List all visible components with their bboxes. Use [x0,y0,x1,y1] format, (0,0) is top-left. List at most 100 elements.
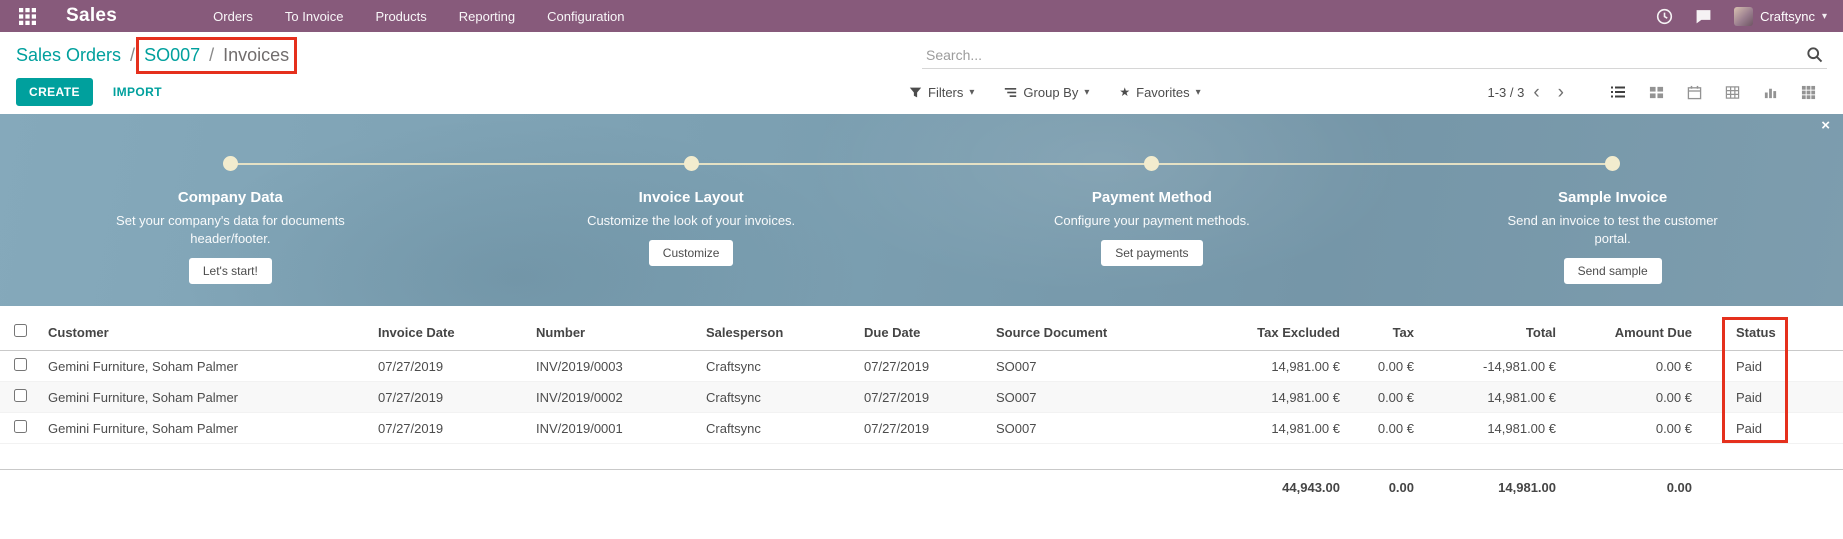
group-by-dropdown[interactable]: Group By ▾ [1004,85,1089,100]
total-total: 14,981.00 [1422,470,1564,506]
search-facets-bar: Filters ▾ Group By ▾ ★ Favorites ▾ 1-3 /… [909,79,1827,105]
header-tax-excluded[interactable]: Tax Excluded [1173,315,1348,351]
lets-start-button[interactable]: Let's start! [189,258,272,284]
filters-dropdown[interactable]: Filters ▾ [909,85,974,100]
set-payments-button[interactable]: Set payments [1101,240,1202,266]
control-panel: CREATE IMPORT Filters ▾ Group By ▾ [0,76,1843,114]
create-button[interactable]: CREATE [16,78,93,106]
header-customer[interactable]: Customer [40,315,370,351]
menu-to-invoice[interactable]: To Invoice [285,9,344,24]
header-source-document[interactable]: Source Document [988,315,1173,351]
step-description: Send an invoice to test the customer por… [1495,212,1730,248]
cell-amount-due: 0.00 € [1564,382,1700,413]
header-due-date[interactable]: Due Date [856,315,988,351]
favorites-dropdown[interactable]: ★ Favorites ▾ [1119,85,1200,100]
breadcrumb-sales-orders[interactable]: Sales Orders [16,45,121,66]
group-by-icon [1004,86,1017,99]
onboarding-steps: Company Data Set your company's data for… [0,114,1843,306]
onboarding-step-payment-method: Payment Method Configure your payment me… [922,156,1383,306]
breadcrumb: Sales Orders / SO007 / Invoices [16,45,289,66]
menu-configuration[interactable]: Configuration [547,9,624,24]
apps-menu-icon[interactable] [16,5,38,27]
chevron-down-icon: ▾ [969,87,974,98]
user-menu[interactable]: Craftsync ▾ [1734,7,1827,26]
total-amount-due: 0.00 [1564,470,1700,506]
pager-range: 1-3 / 3 [1487,85,1524,100]
breadcrumb-so007[interactable]: SO007 [144,45,200,66]
filters-label: Filters [928,85,963,100]
cell-salesperson: Craftsync [698,382,856,413]
header-salesperson[interactable]: Salesperson [698,315,856,351]
menu-orders[interactable]: Orders [213,9,253,24]
view-switcher [1599,79,1827,105]
pager-previous-icon[interactable]: ‹ [1524,83,1548,102]
select-all-checkbox[interactable] [14,324,27,337]
onboarding-banner: × Company Data Set your company's data f… [0,114,1843,306]
cell-invoice-date: 07/27/2019 [370,382,528,413]
total-tax: 0.00 [1348,470,1422,506]
cell-invoice-date: 07/27/2019 [370,413,528,444]
search-input[interactable] [926,47,1806,63]
cell-amount-due: 0.00 € [1564,413,1700,444]
breadcrumb-search-row: Sales Orders / SO007 / Invoices [0,32,1843,76]
cell-total: 14,981.00 € [1422,413,1564,444]
kanban-view-icon[interactable] [1637,79,1675,105]
menu-products[interactable]: Products [375,9,426,24]
step-title: Sample Invoice [1382,189,1843,206]
chevron-down-icon: ▾ [1084,87,1089,98]
user-name: Craftsync [1760,9,1815,24]
cell-tax-excluded: 14,981.00 € [1173,351,1348,382]
header-total[interactable]: Total [1422,315,1564,351]
favorites-label: Favorites [1136,85,1189,100]
top-navbar: Sales Orders To Invoice Products Reporti… [0,0,1843,32]
step-dot-icon [223,156,238,171]
cell-source-document: SO007 [988,413,1173,444]
search-icon[interactable] [1806,46,1823,63]
header-invoice-date[interactable]: Invoice Date [370,315,528,351]
header-number[interactable]: Number [528,315,698,351]
graph-view-icon[interactable] [1751,79,1789,105]
totals-row: 44,943.00 0.00 14,981.00 0.00 [0,470,1843,506]
customize-button[interactable]: Customize [649,240,734,266]
header-amount-due[interactable]: Amount Due [1564,315,1700,351]
pivot-view-icon[interactable] [1713,79,1751,105]
cell-source-document: SO007 [988,382,1173,413]
cell-status: Paid [1700,351,1843,382]
cell-number: INV/2019/0002 [528,382,698,413]
cell-source-document: SO007 [988,351,1173,382]
row-checkbox[interactable] [14,420,27,433]
grid-view-icon[interactable] [1789,79,1827,105]
send-sample-button[interactable]: Send sample [1564,258,1662,284]
calendar-view-icon[interactable] [1675,79,1713,105]
list-view-icon[interactable] [1599,79,1637,105]
chevron-down-icon: ▾ [1822,11,1827,22]
import-button[interactable]: IMPORT [113,85,162,99]
row-checkbox[interactable] [14,358,27,371]
cell-status: Paid [1700,382,1843,413]
app-title[interactable]: Sales [66,5,117,27]
table-row[interactable]: Gemini Furniture, Soham Palmer 07/27/201… [0,351,1843,382]
activities-clock-icon[interactable] [1656,8,1673,25]
menu-reporting[interactable]: Reporting [459,9,515,24]
step-title: Company Data [0,189,461,206]
cell-total: 14,981.00 € [1422,382,1564,413]
header-tax[interactable]: Tax [1348,315,1422,351]
user-avatar [1734,7,1753,26]
onboarding-step-invoice-layout: Invoice Layout Customize the look of you… [461,156,922,306]
row-checkbox[interactable] [14,389,27,402]
cell-customer: Gemini Furniture, Soham Palmer [40,382,370,413]
step-title: Invoice Layout [461,189,922,206]
messages-chat-icon[interactable] [1695,8,1712,25]
pager: 1-3 / 3 ‹ › [1487,83,1573,102]
step-description: Configure your payment methods. [1017,212,1287,230]
header-status[interactable]: Status [1700,315,1843,351]
app-menu: Orders To Invoice Products Reporting Con… [213,9,624,24]
onboarding-step-sample-invoice: Sample Invoice Send an invoice to test t… [1382,156,1843,306]
table-row[interactable]: Gemini Furniture, Soham Palmer 07/27/201… [0,382,1843,413]
table-row[interactable]: Gemini Furniture, Soham Palmer 07/27/201… [0,413,1843,444]
step-dot-icon [1144,156,1159,171]
breadcrumb-invoices: Invoices [223,45,289,66]
cell-customer: Gemini Furniture, Soham Palmer [40,351,370,382]
cell-tax-excluded: 14,981.00 € [1173,382,1348,413]
pager-next-icon[interactable]: › [1549,83,1573,102]
